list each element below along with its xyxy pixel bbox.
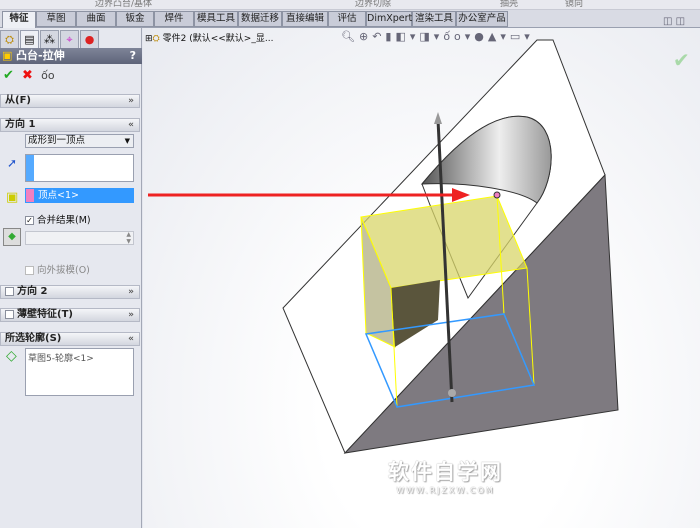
tab-weldments[interactable]: 焊件 — [154, 11, 194, 27]
window-controls[interactable]: ◫ ◫ — [663, 16, 685, 27]
direction1-section-header[interactable]: 方向 1 « — [0, 118, 140, 132]
preview-glasses-icon[interactable]: ốo — [41, 69, 54, 82]
watermark-text: 软件自学网 — [388, 460, 503, 484]
from-section-header[interactable]: 从(F) » — [0, 94, 140, 108]
display-manager-tab[interactable]: ● — [80, 30, 99, 48]
expand-icon: » — [128, 310, 134, 320]
expand-icon: » — [128, 287, 134, 297]
draft-angle-field[interactable]: ▲ ▼ — [25, 231, 134, 245]
mirror-button[interactable]: 镜向 — [565, 0, 583, 9]
model-view — [148, 39, 619, 454]
draft-outward-checkbox[interactable]: 向外拔模(O) — [25, 262, 90, 276]
collapse-icon: « — [128, 120, 134, 130]
thin-feature-checkbox[interactable] — [5, 309, 14, 319]
merge-result-checkbox[interactable]: ✓ 合并结果(M) — [25, 212, 91, 226]
vertex-selection-field[interactable]: 顶点<1> — [25, 188, 134, 203]
thin-feature-section-header[interactable]: 薄壁特征(T) » — [0, 308, 140, 322]
draft-toggle-button[interactable]: ◆ — [3, 228, 21, 246]
thin-feature-label: 薄壁特征(T) — [17, 309, 73, 320]
dimxpert-tab[interactable]: ⌖ — [60, 30, 79, 48]
watermark: 软件自学网 WWW.RJZXW.COM — [388, 456, 503, 495]
watermark-url: WWW.RJZXW.COM — [396, 486, 495, 495]
direction2-section-header[interactable]: 方向 2 » — [0, 285, 140, 299]
spinner-icon[interactable]: ▲ ▼ — [126, 231, 131, 245]
vertex-icon: ▣ — [6, 190, 19, 205]
axis-arrow-top-icon[interactable] — [434, 112, 442, 124]
selected-contours-list[interactable]: 草图5-轮廓<1> — [25, 348, 134, 396]
extrude-icon: ▣ — [2, 49, 13, 62]
tab-office-products[interactable]: 办公室产品 — [456, 11, 508, 27]
contour-list-item[interactable]: 草图5-轮廓<1> — [28, 354, 94, 364]
ok-button[interactable]: ✔ — [3, 68, 14, 83]
tab-evaluate[interactable]: 评估 — [328, 11, 366, 27]
panel-title-text: 凸台-拉伸 — [16, 49, 65, 62]
config-manager-tab[interactable]: ⁂ — [40, 30, 59, 48]
merge-label: 合并结果(M) — [37, 215, 91, 226]
tab-render-tools[interactable]: 渲染工具 — [412, 11, 456, 27]
tab-mold-tools[interactable]: 模具工具 — [194, 11, 238, 27]
dropdown-arrow-icon: ▼ — [124, 137, 130, 145]
tab-sheetmetal[interactable]: 钣金 — [116, 11, 154, 27]
help-button[interactable]: ? — [130, 48, 136, 64]
property-manager: ⛭ ▤ ⁂ ⌖ ● ▣ 凸台-拉伸? ✔ ✖ ốo 从(F)» 方向 1 « 成形到… — [0, 28, 142, 528]
direction2-checkbox[interactable] — [5, 286, 14, 296]
boundary-cut-button[interactable]: 边界切除 — [355, 0, 391, 9]
direction-arrow-icon: ➚ — [7, 156, 18, 170]
top-toolbar: 边界凸台/基体 边界切除 抽壳 镜向 — [0, 0, 700, 10]
selected-contours-section-header[interactable]: 所选轮廓(S) « — [0, 332, 140, 346]
tab-direct-editing[interactable]: 直接编辑 — [282, 11, 328, 27]
axis-handle-icon[interactable] — [448, 389, 456, 397]
tab-dimxpert[interactable]: DimXpert — [366, 11, 412, 27]
from-label: 从(F) — [5, 95, 31, 106]
checkbox[interactable]: ✓ — [25, 216, 34, 225]
feature-tree-tab[interactable]: ⛭ — [0, 30, 19, 48]
direction1-label: 方向 1 — [5, 119, 36, 130]
draft-outward-label: 向外拔模(O) — [37, 265, 90, 276]
expand-icon: » — [128, 96, 134, 106]
contour-icon: ◇ — [6, 348, 17, 364]
tab-surface[interactable]: 曲面 — [76, 11, 116, 27]
restore-view-icon[interactable]: ◫ — [676, 16, 685, 27]
checkbox[interactable] — [25, 266, 34, 275]
cancel-button[interactable]: ✖ — [22, 68, 33, 83]
collapse-icon: « — [128, 334, 134, 344]
direction2-label: 方向 2 — [17, 286, 48, 297]
split-view-icon[interactable]: ◫ — [663, 16, 672, 27]
property-manager-tab[interactable]: ▤ — [20, 30, 39, 48]
command-tabs: 特征 草图 曲面 钣金 焊件 模具工具 数据迁移 直接编辑 评估 DimXper… — [0, 10, 700, 29]
boundary-boss-button[interactable]: 边界凸台/基体 — [95, 0, 152, 9]
graphics-viewport[interactable]: ⊞⛭ 零件2 (默认<<默认>_显... 🔍︎⊕↶▮◧▾◨▾ốo▾●▲▾▭▾ ◫… — [143, 16, 700, 528]
tab-data-migration[interactable]: 数据迁移 — [238, 11, 282, 27]
vertex-value: 顶点<1> — [38, 190, 79, 201]
tab-sketch[interactable]: 草图 — [36, 11, 76, 27]
panel-title: ▣ 凸台-拉伸? — [0, 48, 142, 64]
direction-vector-field[interactable] — [25, 154, 134, 182]
selected-contours-label: 所选轮廓(S) — [5, 333, 62, 344]
end-condition-select[interactable]: 成形到一顶点 ▼ — [25, 134, 134, 148]
shell-button[interactable]: 抽壳 — [500, 0, 518, 9]
end-condition-value: 成形到一顶点 — [28, 135, 86, 146]
selected-vertex[interactable] — [493, 191, 501, 199]
tab-features[interactable]: 特征 — [2, 11, 36, 29]
